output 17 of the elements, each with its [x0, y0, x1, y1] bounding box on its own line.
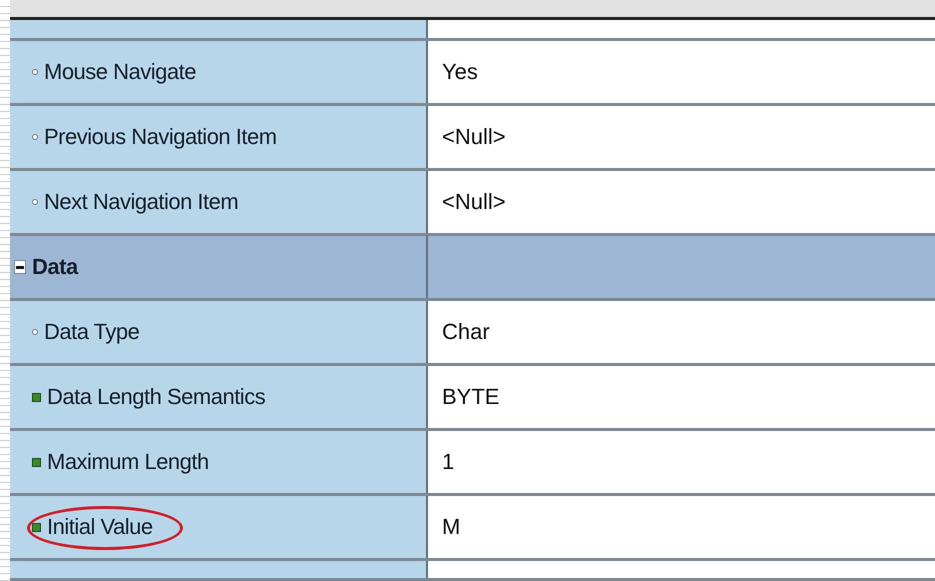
property-name: Mouse Navigate	[44, 59, 196, 86]
property-name-cell[interactable]: Next Navigation Item	[10, 171, 428, 234]
property-name: Initial Value	[47, 514, 153, 540]
property-name-cell[interactable]: Data Type	[10, 301, 428, 364]
property-name: Previous Navigation Item	[44, 124, 277, 150]
collapse-icon[interactable]	[14, 260, 26, 274]
property-name: Data Type	[44, 319, 140, 346]
property-name-cell[interactable]: Mouse Navigate	[10, 41, 428, 104]
category-header[interactable]: Data	[10, 236, 428, 298]
property-name-cell[interactable]: Previous Navigation Item	[10, 106, 428, 168]
property-name: Next Navigation Item	[44, 189, 238, 216]
property-name-cell[interactable]: Initial Value	[10, 496, 428, 558]
property-name: Data Length Semantics	[47, 384, 266, 410]
category-label: Data	[32, 254, 78, 280]
property-name: Maximum Length	[47, 449, 209, 476]
property-name-cell[interactable]: Maximum Length	[10, 431, 428, 494]
property-name-cell[interactable]: Data Length Semantics	[10, 366, 428, 428]
